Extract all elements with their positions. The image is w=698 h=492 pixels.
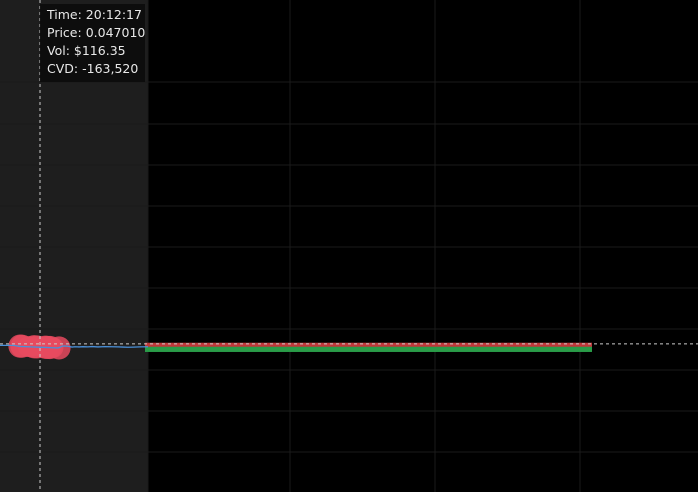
tooltip-price-label: Price:: [47, 25, 82, 40]
tooltip-time-row: Time: 20:12:17: [47, 6, 145, 24]
tooltip-cvd-row: CVD: -163,520: [47, 60, 145, 78]
bid-levels: [145, 346, 592, 353]
tooltip-vol-label: Vol:: [47, 43, 70, 58]
tooltip-time-value: 20:12:17: [85, 7, 142, 22]
tooltip-price-row: Price: 0.047010: [47, 24, 145, 42]
tooltip-cvd-label: CVD:: [47, 61, 79, 76]
tooltip-vol-row: Vol: $116.35: [47, 42, 145, 60]
tooltip-price-value: 0.047010: [85, 25, 146, 40]
tooltip-cvd-value: -163,520: [82, 61, 139, 76]
crosshair-tooltip: Time: 20:12:17 Price: 0.047010 Vol: $116…: [40, 4, 145, 82]
ask-levels: [145, 342, 592, 348]
tooltip-time-label: Time:: [47, 7, 82, 22]
tooltip-vol-value: $116.35: [73, 43, 126, 58]
